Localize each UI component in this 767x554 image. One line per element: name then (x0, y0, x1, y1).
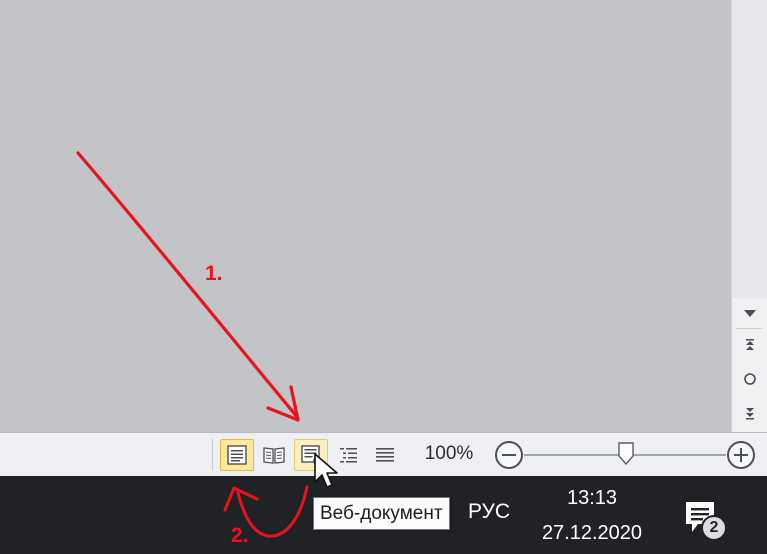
scrollbar-divider (736, 328, 763, 329)
document-area[interactable] (0, 0, 731, 432)
double-chevron-up-icon (745, 339, 754, 350)
draft-icon (376, 448, 394, 462)
next-page-button[interactable] (732, 398, 767, 428)
previous-page-button[interactable] (732, 330, 767, 360)
triangle-down-icon (743, 310, 756, 317)
status-bar: 100% (0, 432, 767, 476)
print-layout-view-button[interactable] (220, 439, 254, 471)
annotation-step-2-label: 2. (231, 524, 249, 547)
circle-icon (743, 373, 756, 385)
zoom-in-button[interactable] (727, 441, 755, 469)
scroll-down-button[interactable] (732, 298, 767, 328)
clock-date[interactable]: 27.12.2020 (532, 522, 652, 545)
vertical-scrollbar[interactable] (731, 0, 767, 432)
clock-time[interactable]: 13:13 (548, 487, 636, 510)
view-button-tooltip: Веб-документ (313, 497, 450, 530)
double-chevron-down-icon (745, 408, 754, 420)
input-language-indicator[interactable]: РУС (468, 500, 510, 524)
print-layout-icon (227, 445, 247, 465)
full-screen-reading-view-button[interactable] (257, 439, 291, 471)
zoom-slider-thumb[interactable] (617, 442, 635, 466)
scrollbar-track[interactable] (732, 0, 767, 298)
zoom-out-button[interactable] (495, 441, 523, 469)
draft-view-button[interactable] (368, 439, 402, 471)
annotation-step-1-label: 1. (205, 262, 223, 285)
full-screen-reading-icon (263, 447, 285, 464)
mouse-cursor-icon (314, 453, 338, 488)
status-bar-divider (212, 439, 213, 471)
zoom-level[interactable]: 100% (418, 443, 480, 465)
notification-count-badge: 2 (701, 515, 727, 541)
select-browse-object-button[interactable] (732, 364, 767, 394)
